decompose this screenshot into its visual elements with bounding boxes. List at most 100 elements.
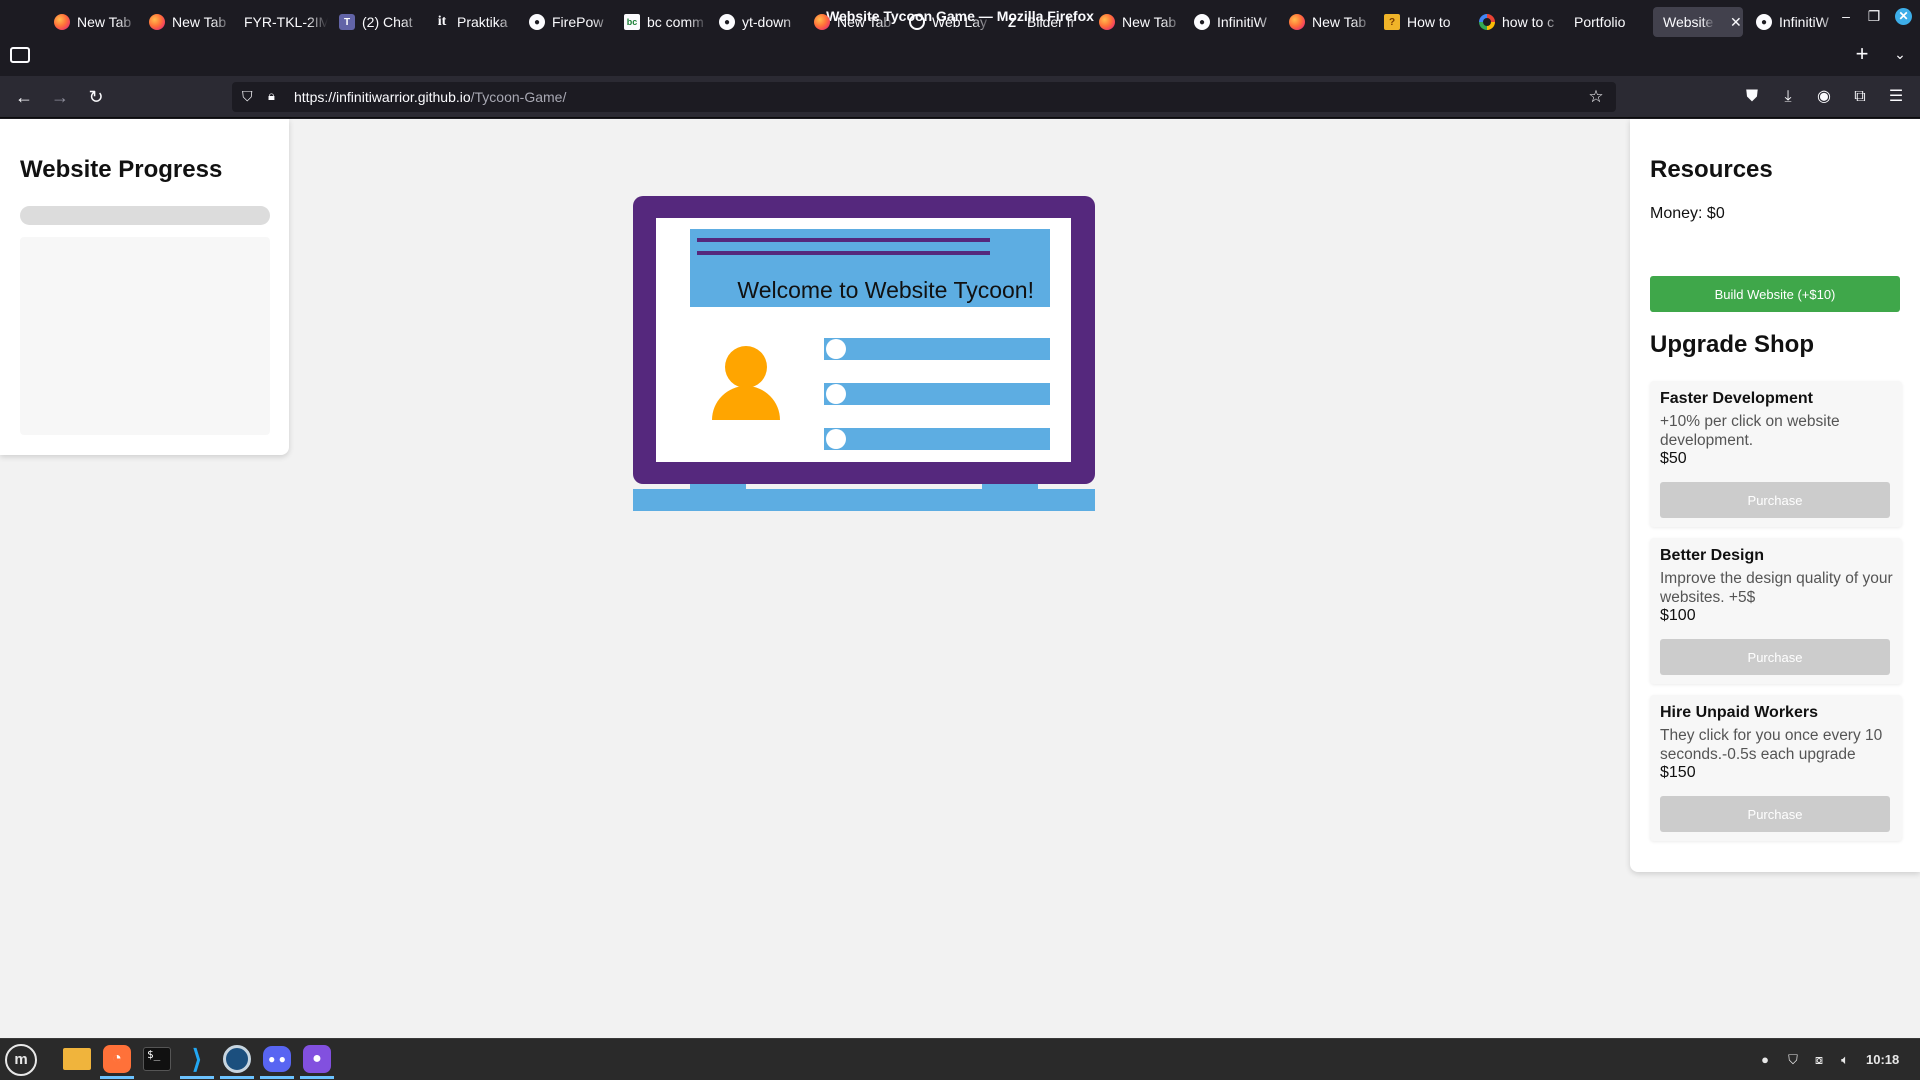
firefox-icon: ◔ [103, 1045, 131, 1073]
tab-infinitiw-2[interactable]: ● InfinitiW [1746, 7, 1840, 37]
volume-tray-icon[interactable]: 🔈︎ [1836, 1051, 1854, 1069]
pocket-icon[interactable]: ⛊ [1738, 83, 1766, 111]
github-desktop-app-icon[interactable]: ● [300, 1042, 334, 1079]
website-progress-panel: Website Progress [0, 119, 289, 455]
upgrade-card-faster-development: Faster Development +10% per click on web… [1650, 381, 1902, 527]
files-app-icon[interactable] [60, 1042, 94, 1076]
tab-label: (2) Chat [362, 14, 413, 30]
page-content: Website Progress Welcome to Website Tyco… [0, 119, 1920, 1038]
resources-heading: Resources [1650, 156, 1773, 183]
close-window-button[interactable]: ✕ [1895, 8, 1912, 25]
forward-button[interactable]: → [46, 83, 74, 111]
upgrade-price: $100 [1660, 607, 1696, 624]
tab-label: InfinitiW [1217, 14, 1267, 30]
bookmark-star-icon[interactable]: ☆ [1584, 85, 1608, 109]
close-tab-icon[interactable]: ✕ [1730, 14, 1742, 31]
tab-how-to-1[interactable]: ? How to [1374, 7, 1468, 37]
firefox-icon [1099, 14, 1115, 30]
steam-app-icon[interactable] [220, 1042, 254, 1079]
vscode-app-icon[interactable]: ⟩ [180, 1042, 214, 1079]
tab-new-tab-2[interactable]: New Tab [139, 7, 233, 37]
firefox-icon [814, 14, 830, 30]
reload-button[interactable]: ↻ [82, 83, 110, 111]
progress-heading: Website Progress [20, 156, 223, 183]
content-bar [824, 428, 1050, 450]
tab-list-icon[interactable] [10, 47, 30, 63]
tab-yt-down[interactable]: ● yt-down [709, 7, 803, 37]
tracking-shield-icon[interactable]: ⛉ [242, 88, 258, 106]
tab-strip [0, 32, 1920, 76]
tab-new-tab-4[interactable]: New Tab [1089, 7, 1183, 37]
discord-app-icon[interactable]: ● ● [260, 1042, 294, 1079]
openai-icon [909, 14, 925, 30]
tab-praktika[interactable]: it Praktika [424, 7, 518, 37]
tab-label: FirePow [552, 14, 604, 30]
terminal-icon: $_ [143, 1047, 171, 1071]
upgrade-name: Faster Development [1660, 390, 1813, 407]
tab-fyr-tkl[interactable]: FYR-TKL-2IM [234, 7, 328, 37]
avatar-head [725, 346, 767, 388]
tab-label: New Tab [1312, 14, 1367, 30]
purchase-better-design-button[interactable]: Purchase [1660, 639, 1890, 675]
tab-bc-comm[interactable]: bc bc comm [614, 7, 708, 37]
discord-icon: ● ● [263, 1046, 291, 1072]
system-taskbar: m ◔ $_ ⟩ ● ● ● ● ⛉ ⧇ 🔈︎ 10:18 [0, 1038, 1920, 1080]
build-website-button[interactable]: Build Website (+$10) [1650, 276, 1900, 312]
tab-chat[interactable]: T (2) Chat [329, 7, 423, 37]
account-icon[interactable]: ◉ [1810, 83, 1838, 111]
avatar-body [712, 386, 780, 420]
downloads-icon[interactable]: ⤓ [1774, 83, 1802, 111]
tab-label: Bilder fr [1027, 14, 1076, 30]
bc-icon: bc [624, 14, 640, 30]
purchase-hire-unpaid-workers-button[interactable]: Purchase [1660, 796, 1890, 832]
upgrade-shop-heading: Upgrade Shop [1650, 331, 1815, 358]
mint-menu-icon[interactable]: m [5, 1044, 37, 1076]
content-bar [824, 383, 1050, 405]
upgrade-description: +10% per click on website development. [1660, 413, 1840, 449]
firefox-icon [149, 14, 165, 30]
hero-line [697, 238, 990, 242]
taskbar-clock[interactable]: 10:18 [1866, 1039, 1899, 1080]
tab-label: New Tab [77, 14, 132, 30]
tab-how-to-2[interactable]: how to c [1469, 7, 1563, 37]
tab-firepow[interactable]: ● FirePow [519, 7, 613, 37]
maximize-window-button[interactable]: ❐ [1860, 0, 1888, 32]
howto-icon: ? [1384, 14, 1400, 30]
tab-label: bc comm [647, 14, 704, 30]
discord-tray-icon[interactable]: ● [1756, 1051, 1774, 1069]
progress-display-area [20, 237, 270, 435]
upgrade-price: $150 [1660, 764, 1696, 781]
it-icon: it [437, 14, 447, 29]
network-tray-icon[interactable]: ⧇ [1810, 1051, 1828, 1069]
tab-label: how to c [1502, 14, 1555, 30]
tab-new-tab-1[interactable]: New Tab [44, 7, 138, 37]
tab-label: How to [1407, 14, 1451, 30]
tab-label: InfinitiW [1779, 14, 1829, 30]
tab-label: Portfolio [1574, 14, 1626, 30]
tab-label: Praktika [457, 14, 508, 30]
lock-icon[interactable]: 🔒︎ [268, 88, 284, 106]
tab-bilder[interactable]: Z Bilder fr [994, 7, 1088, 37]
shield-tray-icon[interactable]: ⛉ [1784, 1051, 1802, 1069]
extensions-icon[interactable]: ⧉ [1846, 83, 1874, 111]
back-button[interactable]: ← [10, 83, 38, 111]
terminal-app-icon[interactable]: $_ [140, 1042, 174, 1076]
content-bar [824, 338, 1050, 360]
tab-web-lay[interactable]: Web Lay [899, 7, 993, 37]
tab-portfolio[interactable]: Portfolio [1564, 7, 1658, 37]
url-bar[interactable]: ⛉ 🔒︎ https://infinitiwarrior.github.io/T… [232, 82, 1616, 112]
upgrade-description: They click for you once every 10 seconds… [1660, 727, 1883, 763]
menu-hamburger-icon[interactable]: ☰ [1882, 83, 1910, 111]
bilder-icon: Z [1008, 14, 1016, 30]
laptop-screen: Welcome to Website Tycoon! [656, 218, 1071, 462]
purchase-faster-development-button[interactable]: Purchase [1660, 482, 1890, 518]
firefox-app-icon[interactable]: ◔ [100, 1042, 134, 1079]
list-all-tabs-chevron-icon[interactable]: ⌄ [1888, 40, 1912, 68]
url-text[interactable]: https://infinitiwarrior.github.io/Tycoon… [294, 82, 566, 112]
tab-new-tab-3[interactable]: New Tab [804, 7, 898, 37]
github-icon: ● [529, 14, 545, 30]
tab-new-tab-5[interactable]: New Tab [1279, 7, 1373, 37]
tab-infinitiw-1[interactable]: ● InfinitiW [1184, 7, 1278, 37]
tab-website-tycoon[interactable]: Website T ✕ [1653, 7, 1743, 37]
new-tab-button[interactable]: + [1848, 40, 1876, 68]
